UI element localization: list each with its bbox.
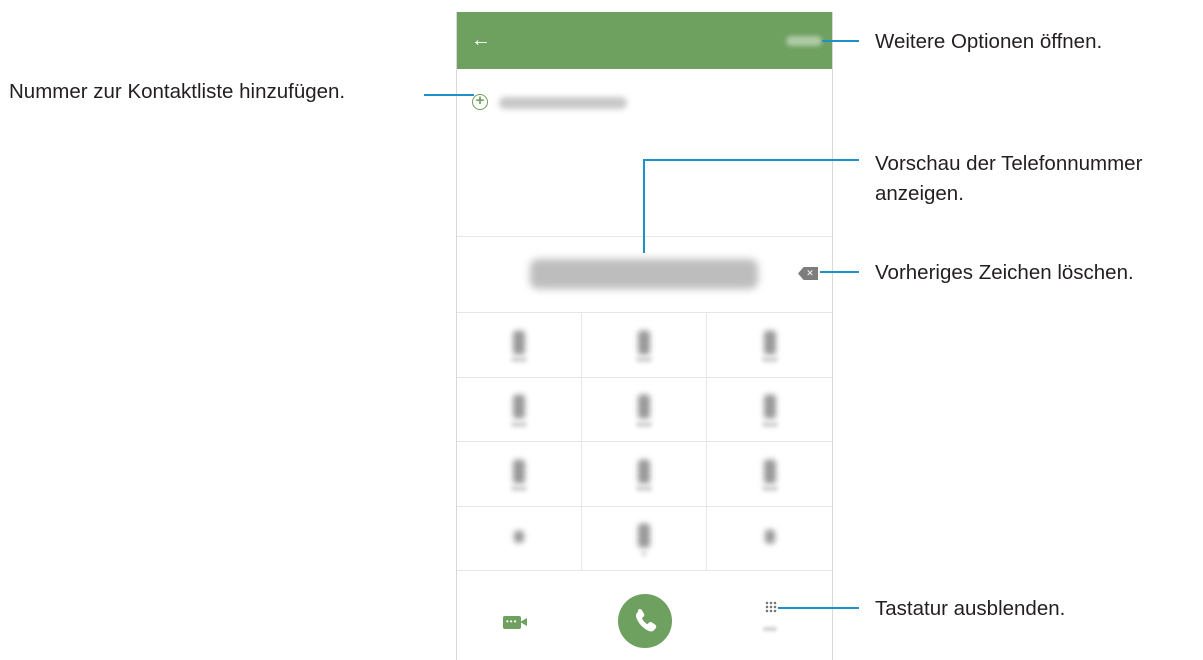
back-arrow-icon[interactable]: ← — [471, 30, 491, 50]
callout-line-add-contact — [424, 94, 474, 96]
keypad-key[interactable] — [707, 507, 832, 571]
callout-line-preview-h — [643, 159, 859, 161]
phone-call-icon — [635, 609, 657, 632]
keypad-key[interactable] — [582, 442, 707, 507]
callout-hide-keypad: Tastatur ausblenden. — [875, 597, 1066, 620]
keypad-key[interactable] — [707, 313, 832, 378]
keypad-key[interactable] — [582, 506, 707, 571]
video-call-icon[interactable]: ••• — [503, 616, 527, 629]
callout-preview-line2: anzeigen. — [875, 182, 964, 205]
callout-preview-line1: Vorschau der Telefonnummer — [875, 152, 1143, 175]
call-action-bar: ••• — [457, 571, 832, 660]
call-button[interactable] — [618, 594, 672, 648]
keypad-key[interactable] — [457, 377, 582, 442]
add-to-contacts-label — [499, 97, 627, 109]
keypad-key[interactable] — [457, 313, 582, 378]
callout-line-preview-v — [643, 159, 645, 253]
more-options-button[interactable] — [786, 36, 822, 46]
dial-keypad — [457, 313, 832, 571]
callout-line-more-options — [822, 40, 859, 42]
keypad-key[interactable] — [582, 313, 707, 378]
keypad-key[interactable] — [582, 377, 707, 442]
callout-line-hide-keypad — [778, 607, 859, 609]
callout-add-contact: Nummer zur Kontaktliste hinzufügen. — [9, 80, 346, 103]
hide-keypad-button[interactable] — [763, 601, 779, 631]
add-to-contacts-row[interactable]: + — [457, 69, 832, 119]
backspace-icon[interactable]: ✕ — [798, 267, 818, 280]
phone-number-preview — [530, 259, 758, 289]
callout-line-delete — [820, 271, 859, 273]
keypad-key[interactable] — [707, 378, 832, 442]
phone-screen: ← + ✕ ••• — [456, 12, 833, 660]
add-contact-icon[interactable]: + — [472, 93, 488, 110]
callout-delete-char: Vorheriges Zeichen löschen. — [875, 261, 1134, 284]
keypad-key[interactable] — [707, 442, 832, 507]
keypad-key[interactable] — [457, 506, 582, 571]
app-bar: ← — [457, 12, 832, 69]
keypad-icon — [765, 601, 777, 613]
keypad-key[interactable] — [457, 442, 582, 507]
callout-more-options: Weitere Optionen öffnen. — [875, 30, 1103, 53]
hide-keypad-label — [763, 627, 777, 631]
